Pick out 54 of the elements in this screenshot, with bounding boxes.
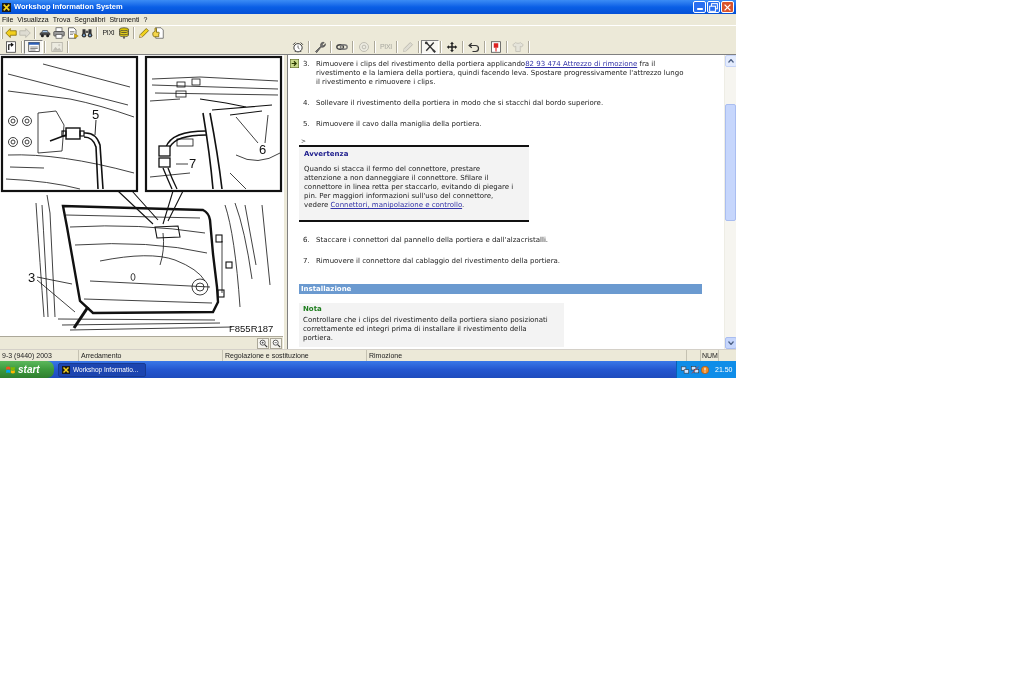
alert-icon — [701, 365, 709, 374]
picture-icon — [50, 41, 63, 53]
pencil-icon — [402, 41, 414, 53]
zoom-out-icon — [271, 338, 281, 348]
minimize-button[interactable] — [693, 1, 706, 13]
document-button[interactable] — [66, 26, 80, 40]
print-button[interactable] — [52, 26, 66, 40]
flag-icon — [6, 365, 15, 374]
minimize-icon — [696, 8, 703, 10]
window-button[interactable] — [24, 40, 43, 54]
document-flag-icon — [490, 41, 502, 53]
caret-down-icon — [728, 341, 734, 345]
arrow-tile-icon — [290, 59, 299, 68]
network-icon — [681, 365, 689, 374]
alarm-clock-icon — [292, 41, 304, 53]
tools-icon — [424, 41, 436, 53]
scroll-thumb[interactable] — [725, 104, 736, 221]
coil-button[interactable] — [117, 26, 131, 40]
forward-arrow-icon — [19, 27, 31, 39]
restore-icon — [709, 2, 718, 12]
zoom-out-button[interactable] — [270, 337, 282, 349]
zoom-in-icon — [258, 338, 268, 348]
window-icon — [27, 41, 40, 53]
zoom-in-button[interactable] — [257, 337, 269, 349]
scroll-down-button[interactable] — [725, 337, 736, 349]
close-icon — [724, 3, 731, 11]
pencil-icon — [138, 27, 150, 39]
binoculars-icon — [81, 27, 93, 39]
caret-up-icon — [728, 59, 734, 63]
find-button[interactable] — [80, 26, 94, 40]
back-arrow-icon — [5, 27, 17, 39]
app-logo-icon — [2, 2, 11, 12]
close-button[interactable] — [721, 1, 734, 13]
app-logo-icon — [62, 365, 70, 374]
chain-icon — [336, 41, 348, 53]
callout-number: 7 — [189, 156, 197, 171]
page-arrow-icon — [4, 41, 17, 53]
callout-number: 5 — [92, 107, 100, 122]
return-arrow-icon — [468, 41, 480, 53]
cylinder-icon — [118, 27, 130, 39]
scroll-up-button[interactable] — [725, 55, 736, 67]
tools-button[interactable] — [421, 40, 439, 54]
move-arrows-icon — [446, 41, 458, 53]
pointer-button[interactable] — [151, 26, 165, 40]
edit-button[interactable] — [137, 26, 151, 40]
car-icon — [39, 27, 51, 39]
start-button[interactable]: start — [0, 361, 54, 378]
shirt-icon — [512, 41, 524, 53]
restore-button[interactable] — [707, 1, 720, 13]
callout-number: 3 — [28, 270, 36, 285]
figure-code: F855R187 — [229, 323, 274, 334]
callout-number: 6 — [259, 142, 267, 157]
network-icon — [691, 365, 699, 374]
disc-icon — [358, 41, 370, 53]
